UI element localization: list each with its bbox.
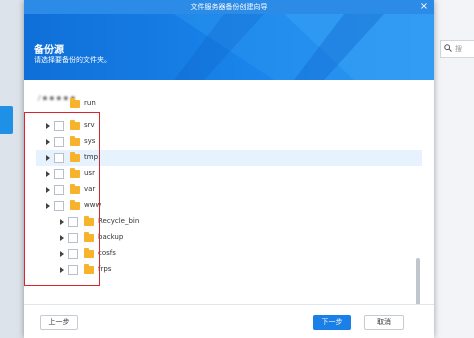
folder-icon: [70, 136, 80, 146]
expand-arrow-icon[interactable]: [46, 123, 50, 129]
folder-label: Recycle_bin: [98, 217, 140, 225]
folder-icon: [84, 248, 94, 258]
tree-row[interactable]: usr: [36, 166, 422, 182]
folder-checkbox[interactable]: [68, 217, 78, 227]
tree-row[interactable]: www: [36, 198, 422, 214]
folder-icon: [84, 216, 94, 226]
folder-label: tmp: [84, 153, 99, 161]
dialog-footer: 上一步 下一步 取消: [24, 304, 434, 338]
folder-checkbox[interactable]: [54, 201, 64, 211]
tree-row[interactable]: Recycle_bin: [36, 214, 422, 230]
folder-icon: [84, 232, 94, 242]
expand-arrow-icon[interactable]: [46, 187, 50, 193]
tree-row[interactable]: tmp: [36, 150, 422, 166]
folder-checkbox[interactable]: [68, 249, 78, 259]
folder-checkbox[interactable]: [54, 153, 64, 163]
folder-icon: [70, 152, 80, 162]
folder-label: backup: [98, 233, 124, 241]
folder-icon: [70, 120, 80, 130]
background-sidebar: [0, 0, 24, 338]
tree-scrollbar[interactable]: [416, 258, 420, 304]
folder-icon: [70, 168, 80, 178]
search-icon: [444, 44, 452, 54]
banner-decoration: [174, 14, 434, 80]
folder-tree: / ▪ ▪ ▪ ▪ ▪ run srv sys tmp usr var www Recycl…: [24, 80, 434, 304]
folder-label: run: [84, 99, 96, 107]
folder-label: srv: [84, 121, 95, 129]
banner-title: 备份源: [34, 45, 64, 56]
folder-checkbox[interactable]: [68, 233, 78, 243]
close-icon[interactable]: ×: [418, 1, 430, 13]
cancel-button[interactable]: 取消: [364, 315, 404, 330]
backup-wizard-dialog: 文件服务器备份创建向导 × 备份源 请选择要备份的文件夹。 / ▪ ▪ ▪ ▪ …: [24, 0, 434, 338]
banner-subtitle: 请选择要备份的文件夹。: [34, 56, 111, 64]
expand-arrow-icon[interactable]: [60, 267, 64, 273]
folder-checkbox[interactable]: [68, 265, 78, 275]
tree-row[interactable]: cosfs: [36, 246, 422, 262]
folder-label: cosfs: [98, 249, 116, 257]
tree-row[interactable]: var: [36, 182, 422, 198]
tree-row[interactable]: sys: [36, 134, 422, 150]
folder-label: www: [84, 201, 102, 209]
folder-checkbox[interactable]: [54, 121, 64, 131]
tree-row[interactable]: frps: [36, 262, 422, 278]
expand-arrow-icon[interactable]: [46, 155, 50, 161]
wizard-banner: 备份源 请选择要备份的文件夹。: [24, 14, 434, 80]
folder-label: var: [84, 185, 96, 193]
expand-arrow-icon[interactable]: [60, 235, 64, 241]
background-sidebar-active-tab: [0, 106, 13, 134]
folder-checkbox[interactable]: [54, 169, 64, 179]
tree-row[interactable]: srv: [36, 118, 422, 134]
dialog-title: 文件服务器备份创建向导: [24, 0, 434, 14]
tree-row-partial[interactable]: run: [36, 98, 422, 112]
folder-icon: [84, 264, 94, 274]
folder-label: frps: [98, 265, 112, 273]
folder-icon: [70, 200, 80, 210]
expand-arrow-icon[interactable]: [60, 219, 64, 225]
search-placeholder: 搜: [455, 45, 462, 53]
folder-label: sys: [84, 137, 96, 145]
expand-arrow-icon[interactable]: [60, 251, 64, 257]
folder-checkbox[interactable]: [54, 185, 64, 195]
folder-icon: [70, 98, 80, 108]
folder-icon: [70, 184, 80, 194]
tree-row[interactable]: backup: [36, 230, 422, 246]
prev-button[interactable]: 上一步: [40, 315, 78, 330]
expand-arrow-icon[interactable]: [46, 203, 50, 209]
folder-checkbox[interactable]: [54, 137, 64, 147]
folder-label: usr: [84, 169, 95, 177]
next-button[interactable]: 下一步: [313, 315, 351, 330]
expand-arrow-icon[interactable]: [46, 139, 50, 145]
expand-arrow-icon[interactable]: [46, 171, 50, 177]
background-search-box[interactable]: 搜: [440, 40, 474, 58]
